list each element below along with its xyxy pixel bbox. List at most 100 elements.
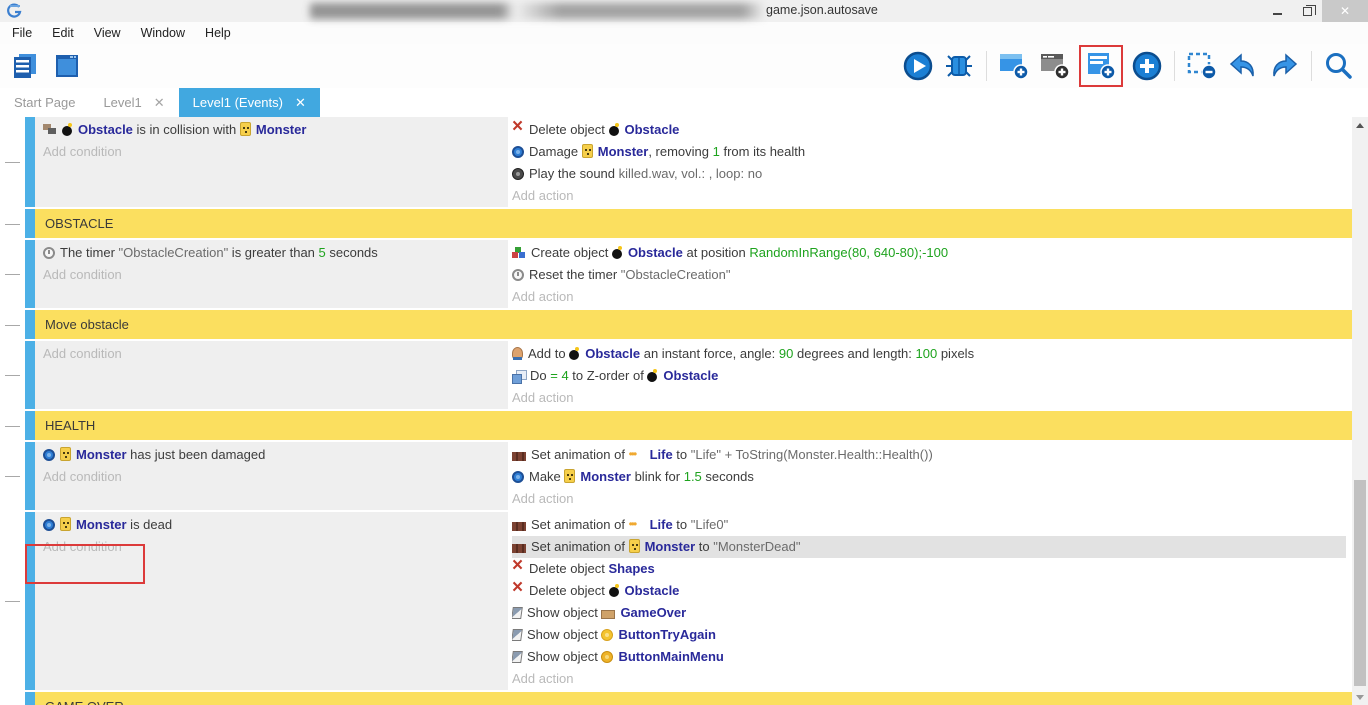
debug-icon[interactable]	[942, 49, 976, 83]
add-action-row[interactable]: Add action	[512, 387, 1352, 409]
action-row[interactable]: Show object ButtonTryAgain	[512, 624, 1352, 646]
action-row[interactable]: Play the sound killed.wav, vol.: , loop:…	[512, 163, 1352, 185]
close-button[interactable]: ✕	[1322, 0, 1368, 22]
scrollbar-thumb[interactable]	[1354, 480, 1366, 686]
menu-view[interactable]: View	[84, 22, 131, 44]
add-condition-row[interactable]: Add condition	[43, 264, 508, 286]
show-icon	[512, 629, 523, 641]
scroll-down-button[interactable]	[1352, 689, 1368, 705]
menu-file[interactable]: File	[2, 22, 42, 44]
action-row[interactable]: Delete object Obstacle	[512, 119, 1352, 141]
condition-row[interactable]: Monster is dead	[43, 514, 508, 536]
add-condition-row[interactable]: Add condition	[43, 343, 508, 365]
instruction-text: Set animation of	[531, 447, 629, 462]
add-scene-icon[interactable]	[997, 49, 1031, 83]
event-selector-bar[interactable]	[25, 341, 35, 409]
conditions-cell[interactable]: Add condition	[35, 341, 508, 409]
action-row[interactable]: Do = 4 to Z-order of Obstacle	[512, 365, 1352, 387]
instruction-text: Set animation of	[531, 517, 629, 532]
instruction-text: Show object	[527, 627, 601, 642]
event-selector-bar[interactable]	[25, 209, 35, 238]
action-row[interactable]: Reset the timer "ObstacleCreation"	[512, 264, 1352, 286]
add-condition-row[interactable]: Add condition	[43, 536, 508, 558]
conditions-cell[interactable]: Obstacle is in collision with MonsterAdd…	[35, 117, 508, 207]
action-row[interactable]: Add to Obstacle an instant force, angle:…	[512, 343, 1352, 365]
monster-icon	[629, 539, 640, 553]
action-row[interactable]: Make Monster blink for 1.5 seconds	[512, 466, 1352, 488]
instruction-text: GameOver	[620, 605, 686, 620]
actions-cell[interactable]: Add to Obstacle an instant force, angle:…	[510, 341, 1352, 409]
tab-level1[interactable]: Level1 ✕	[89, 88, 178, 117]
condition-row[interactable]: Monster has just been damaged	[43, 444, 508, 466]
tab-close-icon[interactable]: ✕	[295, 95, 306, 111]
event-selector-bar[interactable]	[25, 411, 35, 440]
deselect-icon[interactable]	[1185, 49, 1219, 83]
event-selector-bar[interactable]	[25, 442, 35, 510]
add-action-row[interactable]: Add action	[512, 185, 1352, 207]
menu-window[interactable]: Window	[131, 22, 195, 44]
menu-edit[interactable]: Edit	[42, 22, 84, 44]
event-selector-bar[interactable]	[25, 512, 35, 690]
add-new-icon[interactable]	[1130, 49, 1164, 83]
add-events-icon[interactable]	[1084, 49, 1118, 83]
actions-cell[interactable]: Create object Obstacle at position Rando…	[510, 240, 1352, 308]
action-row[interactable]: Set animation of Life to "Life" + ToStri…	[512, 444, 1352, 466]
add-action-row[interactable]: Add action	[512, 286, 1352, 308]
add-external-events-icon[interactable]	[1038, 49, 1072, 83]
action-row[interactable]: Show object ButtonMainMenu	[512, 646, 1352, 668]
conditions-cell[interactable]: Monster is deadAdd condition	[35, 512, 508, 690]
instruction-text: from its health	[720, 144, 805, 159]
undo-icon[interactable]	[1226, 49, 1260, 83]
add-condition-row[interactable]: Add condition	[43, 466, 508, 488]
add-condition-label: Add condition	[43, 267, 122, 282]
action-row[interactable]: Show object GameOver	[512, 602, 1352, 624]
vertical-scrollbar[interactable]	[1352, 117, 1368, 705]
maximize-button[interactable]	[1292, 0, 1322, 22]
instruction-text: has just been damaged	[127, 447, 266, 462]
search-icon[interactable]	[1322, 49, 1356, 83]
minimize-icon	[1273, 13, 1282, 15]
minimize-button[interactable]	[1262, 0, 1292, 22]
menu-help[interactable]: Help	[195, 22, 241, 44]
instruction-text: Delete object	[529, 583, 609, 598]
action-row[interactable]: Delete object Obstacle	[512, 580, 1352, 602]
life-icon	[629, 519, 645, 531]
actions-cell[interactable]: Delete object ObstacleDamage Monster, re…	[510, 117, 1352, 207]
event-selector-bar[interactable]	[25, 240, 35, 308]
tab-start-page[interactable]: Start Page	[0, 88, 89, 117]
conditions-cell[interactable]: The timer "ObstacleCreation" is greater …	[35, 240, 508, 308]
play-icon[interactable]	[901, 49, 935, 83]
conditions-cell[interactable]: Monster has just been damagedAdd conditi…	[35, 442, 508, 510]
action-row[interactable]: Set animation of Monster to "MonsterDead…	[512, 536, 1346, 558]
action-row[interactable]: Damage Monster, removing 1 from its heal…	[512, 141, 1352, 163]
instruction-text: is dead	[127, 517, 173, 532]
add-action-row[interactable]: Add action	[512, 488, 1352, 510]
add-action-row[interactable]: Add action	[512, 668, 1352, 690]
action-row[interactable]: Set animation of Life to "Life0"	[512, 514, 1352, 536]
event-selector-bar[interactable]	[25, 310, 35, 339]
group-header-health[interactable]: HEALTH	[35, 411, 1352, 440]
actions-cell[interactable]: Set animation of Life to "Life" + ToStri…	[510, 442, 1352, 510]
tab-close-icon[interactable]: ✕	[154, 95, 165, 111]
scroll-up-button[interactable]	[1352, 117, 1368, 133]
event-selector-bar[interactable]	[25, 692, 35, 705]
project-manager-icon[interactable]	[8, 49, 42, 83]
tab-level1-events[interactable]: Level1 (Events) ✕	[179, 88, 320, 117]
action-row[interactable]: Create object Obstacle at position Rando…	[512, 242, 1352, 264]
group-header-obstacle[interactable]: OBSTACLE	[35, 209, 1352, 238]
start-page-icon[interactable]	[50, 49, 84, 83]
add-condition-row[interactable]: Add condition	[43, 141, 508, 163]
redo-icon[interactable]	[1267, 49, 1301, 83]
condition-row[interactable]: The timer "ObstacleCreation" is greater …	[43, 242, 508, 264]
actions-cell[interactable]: Set animation of Life to "Life0"Set anim…	[510, 512, 1352, 690]
action-row[interactable]: Delete object Shapes	[512, 558, 1352, 580]
instruction-text: Obstacle	[78, 122, 133, 137]
event-gutter-tick	[5, 224, 20, 225]
instruction-text: is greater than	[228, 245, 318, 260]
restore-icon	[1303, 7, 1312, 16]
group-header-move-obstacle[interactable]: Move obstacle	[35, 310, 1352, 339]
event-selector-bar[interactable]	[25, 117, 35, 207]
condition-row[interactable]: Obstacle is in collision with Monster	[43, 119, 508, 141]
scroll-down-icon	[1356, 695, 1364, 700]
group-header-game-over[interactable]: GAME OVER	[35, 692, 1352, 705]
